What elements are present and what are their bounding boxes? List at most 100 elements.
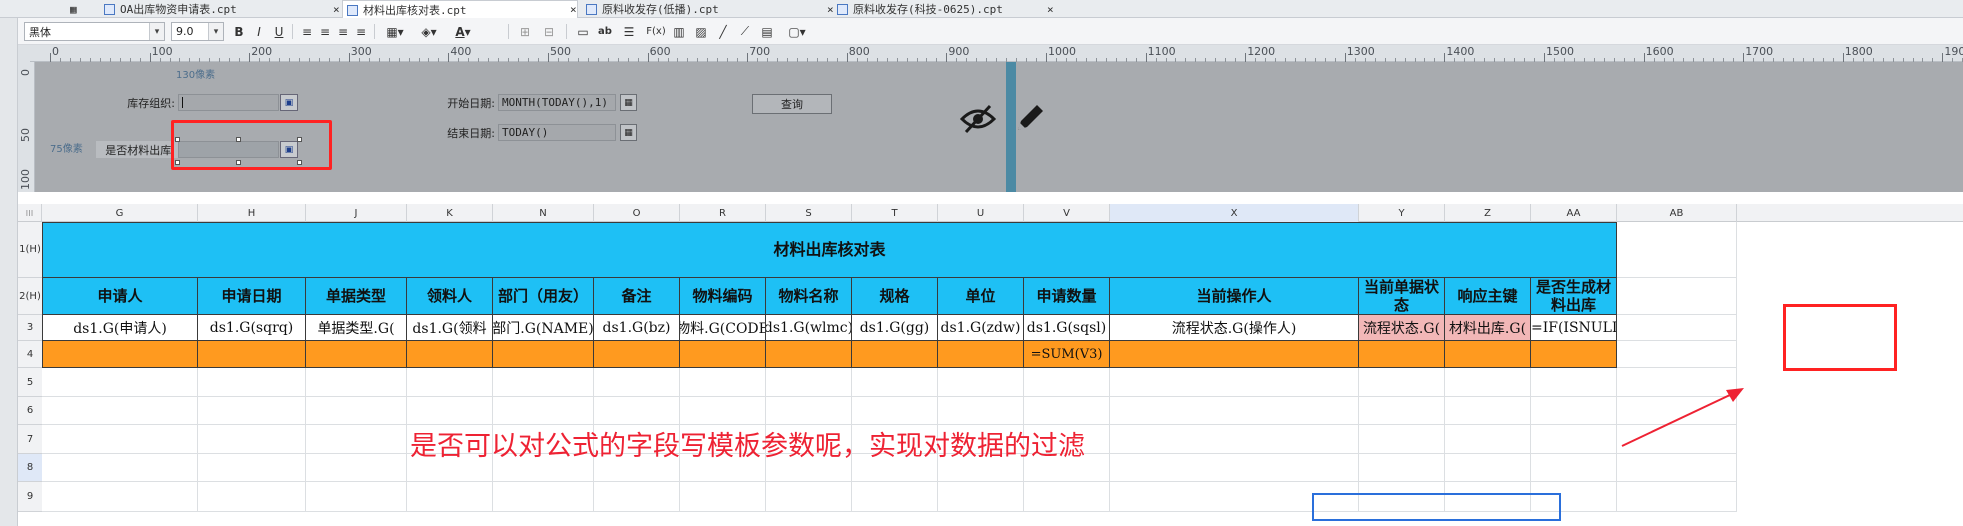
select-all-corner[interactable]: ⁝⁝⁝ [18, 204, 42, 222]
italic-button[interactable]: I [250, 22, 268, 41]
column-header-o[interactable]: O [594, 204, 680, 222]
align-center-icon[interactable]: ≡ [316, 22, 334, 41]
empty-cell[interactable] [1531, 397, 1617, 425]
empty-cell[interactable] [938, 397, 1024, 425]
sum-row-cell[interactable] [198, 341, 306, 368]
data-cell[interactable]: ds1.G(gg) [852, 315, 938, 341]
empty-cell[interactable] [1024, 397, 1110, 425]
header-cell[interactable]: 申请日期 [198, 278, 306, 315]
slash-icon[interactable]: ╱ [714, 22, 732, 41]
align-right-icon[interactable]: ≡ [334, 22, 352, 41]
data-cell[interactable]: 流程状态.G( [1359, 315, 1445, 341]
empty-cell[interactable] [493, 397, 594, 425]
column-header-ab[interactable]: AB [1617, 204, 1737, 222]
sum-row-cell[interactable] [680, 341, 766, 368]
empty-cell[interactable] [306, 397, 407, 425]
header-cell[interactable]: 物料编码 [680, 278, 766, 315]
empty-cell[interactable] [407, 482, 493, 512]
data-cell[interactable]: ds1.G(sqrq) [198, 315, 306, 341]
empty-cell[interactable] [680, 482, 766, 512]
sum-row-cell[interactable] [938, 341, 1024, 368]
active-cell-cursor[interactable] [1312, 493, 1561, 521]
font-family-select[interactable]: 黑体 ▾ [24, 22, 165, 41]
grid-icon[interactable]: ▦ [66, 0, 80, 18]
header-cell[interactable]: 是否生成材料出库 [1531, 278, 1617, 315]
tab-raw-material-low[interactable]: 原料收发存(低播).cpt [582, 0, 719, 18]
stock-org-input[interactable] [178, 94, 279, 111]
data-cell[interactable]: ds1.G(sqsl) [1024, 315, 1110, 341]
column-header-v[interactable]: V [1024, 204, 1110, 222]
empty-cell[interactable] [594, 482, 680, 512]
data-cell[interactable]: 流程状态.G(操作人) [1110, 315, 1359, 341]
row-header-4[interactable]: 4 [18, 341, 42, 368]
column-header-x[interactable]: X [1110, 204, 1359, 222]
empty-cell[interactable] [938, 368, 1024, 397]
empty-cell[interactable] [766, 368, 852, 397]
header-cell[interactable]: 规格 [852, 278, 938, 315]
font-size-select[interactable]: 9.0 ▾ [171, 22, 224, 41]
sum-row-cell[interactable] [1531, 341, 1617, 368]
empty-cell[interactable] [1445, 397, 1531, 425]
empty-cell[interactable] [1617, 341, 1737, 368]
empty-cell[interactable] [42, 454, 198, 482]
data-cell[interactable]: ds1.G(领料 [407, 315, 493, 341]
tab-close-icon[interactable]: × [329, 0, 340, 18]
empty-cell[interactable] [1531, 425, 1617, 454]
sum-row-cell[interactable] [1445, 341, 1531, 368]
empty-cell[interactable] [42, 425, 198, 454]
sum-row-cell[interactable] [766, 341, 852, 368]
align-justify-icon[interactable]: ≡ [352, 22, 370, 41]
row-header-7[interactable]: 7 [18, 425, 42, 454]
column-header-n[interactable]: N [493, 204, 594, 222]
empty-cell[interactable] [1024, 482, 1110, 512]
start-date-input[interactable]: MONTH(TODAY(),1) [498, 94, 616, 111]
tab-close-icon[interactable]: × [1043, 0, 1054, 18]
report-title-cell[interactable]: 材料出库核对表 [42, 222, 1617, 278]
sum-formula-cell[interactable]: =SUM(V3) [1024, 341, 1110, 368]
empty-cell[interactable] [42, 397, 198, 425]
tab-raw-material-tech[interactable]: 原料收发存(科技-0625).cpt [833, 0, 1003, 18]
header-cell[interactable]: 单位 [938, 278, 1024, 315]
row-header-6[interactable]: 6 [18, 397, 42, 425]
calendar-icon[interactable]: ▦ [620, 124, 637, 141]
header-cell[interactable]: 当前操作人 [1110, 278, 1359, 315]
row-header-9[interactable]: 9 [18, 482, 42, 512]
empty-cell[interactable] [938, 482, 1024, 512]
underline-button[interactable]: U [270, 22, 288, 41]
empty-cell[interactable] [594, 397, 680, 425]
sum-row-cell[interactable] [407, 341, 493, 368]
sum-row-cell[interactable] [852, 341, 938, 368]
column-header-s[interactable]: S [766, 204, 852, 222]
data-cell[interactable]: =IF(ISNULL( [1531, 315, 1617, 341]
image-icon[interactable]: ▨ [692, 22, 710, 41]
data-cell[interactable]: ds1.G(zdw) [938, 315, 1024, 341]
header-cell[interactable]: 部门（用友） [493, 278, 594, 315]
column-header-t[interactable]: T [852, 204, 938, 222]
bold-button[interactable]: B [230, 22, 248, 41]
header-cell[interactable]: 响应主键 [1445, 278, 1531, 315]
header-cell[interactable]: 领料人 [407, 278, 493, 315]
empty-cell[interactable] [680, 397, 766, 425]
row-header-1[interactable]: 1(H) [18, 222, 42, 278]
empty-cell[interactable] [680, 368, 766, 397]
empty-cell[interactable] [1359, 425, 1445, 454]
formula-button[interactable]: F(x) [644, 22, 668, 41]
eye-hidden-icon[interactable] [960, 104, 996, 134]
subreport-icon[interactable]: ▤ [758, 22, 776, 41]
empty-cell[interactable] [306, 368, 407, 397]
header-cell[interactable]: 申请数量 [1024, 278, 1110, 315]
column-header-g[interactable]: G [42, 204, 198, 222]
empty-cell[interactable] [198, 454, 306, 482]
header-cell[interactable]: 当前单据状态 [1359, 278, 1445, 315]
row-header-8[interactable]: 8 [18, 454, 42, 482]
empty-cell[interactable] [198, 397, 306, 425]
panel-boundary-bar[interactable] [1006, 62, 1016, 192]
empty-cell[interactable] [1110, 454, 1359, 482]
empty-cell[interactable] [766, 482, 852, 512]
empty-cell[interactable] [766, 397, 852, 425]
empty-cell[interactable] [594, 368, 680, 397]
tab-material-check[interactable]: 材料出库核对表.cpt [342, 0, 578, 19]
empty-cell[interactable] [1445, 425, 1531, 454]
empty-cell[interactable] [1359, 368, 1445, 397]
sum-row-cell[interactable] [306, 341, 407, 368]
